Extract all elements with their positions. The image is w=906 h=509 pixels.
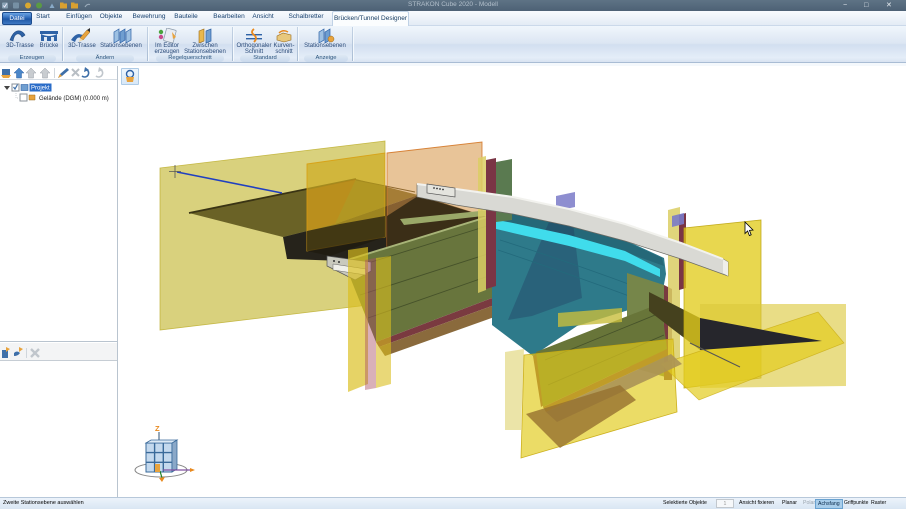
svg-text:Gelände (DGM) (0.000 m): Gelände (DGM) (0.000 m) [39, 96, 109, 102]
svg-text:Z: Z [155, 424, 160, 433]
svg-text:Projekt: Projekt [31, 86, 50, 92]
